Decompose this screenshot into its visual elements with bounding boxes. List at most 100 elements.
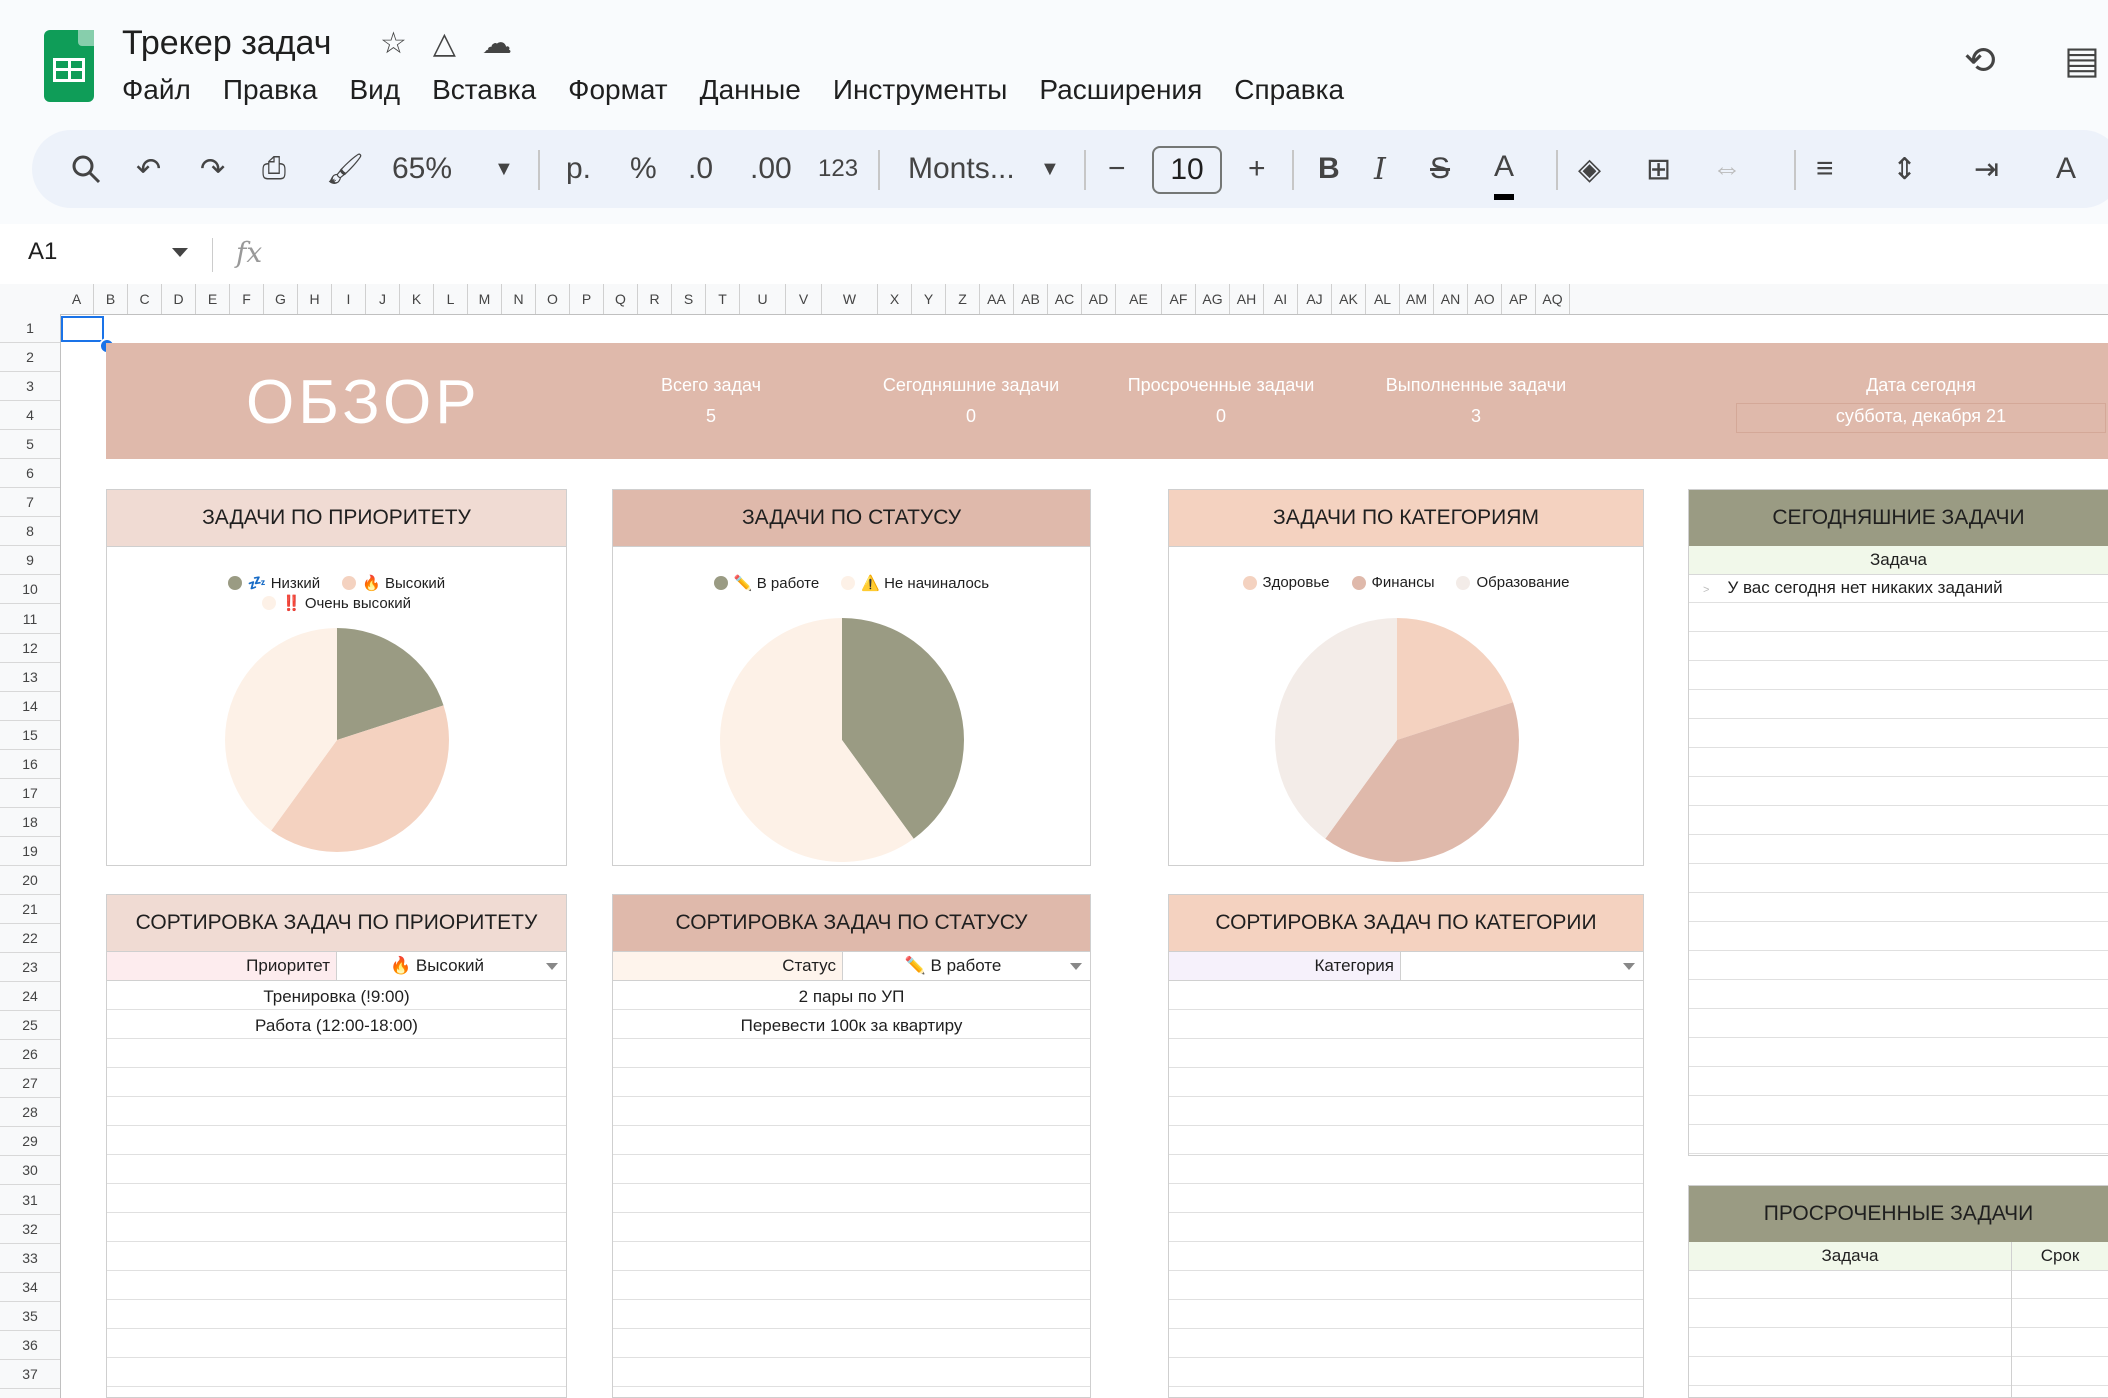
sheets-logo[interactable] (44, 30, 94, 102)
row-header[interactable]: 22 (0, 924, 60, 954)
font-size-input[interactable]: 10 (1152, 146, 1222, 194)
italic-button[interactable]: I (1374, 130, 1386, 208)
strikethrough-icon[interactable]: S (1430, 130, 1450, 208)
vertical-align-icon[interactable]: ⇕ (1892, 130, 1917, 208)
priority-filter-dropdown-icon[interactable] (546, 963, 558, 970)
row-header[interactable]: 33 (0, 1244, 60, 1273)
name-box[interactable]: A1 (28, 238, 57, 266)
menu-data[interactable]: Данные (700, 74, 801, 106)
menu-insert[interactable]: Вставка (432, 74, 536, 106)
row-header[interactable]: 9 (0, 546, 60, 576)
decrease-font-size-icon[interactable]: − (1108, 130, 1126, 208)
column-header[interactable]: AG (1196, 284, 1230, 314)
column-header[interactable]: AC (1048, 284, 1082, 314)
row-header[interactable]: 28 (0, 1098, 60, 1128)
move-to-drive-icon[interactable]: △ (433, 26, 456, 61)
column-header[interactable]: K (400, 284, 434, 314)
column-header[interactable]: O (536, 284, 570, 314)
row-header[interactable]: 7 (0, 488, 60, 518)
column-header[interactable]: E (196, 284, 230, 314)
borders-icon[interactable]: ⊞ (1646, 130, 1671, 208)
text-color-icon[interactable]: A (1494, 140, 1515, 200)
column-header[interactable]: J (366, 284, 400, 314)
chart-category[interactable]: ЗАДАЧИ ПО КАТЕГОРИЯМ Здоровье Финансы Об… (1168, 489, 1644, 866)
row-header[interactable]: 29 (0, 1127, 60, 1157)
row-header[interactable]: 24 (0, 982, 60, 1012)
undo-icon[interactable]: ↶ (136, 130, 161, 208)
column-header[interactable]: AP (1502, 284, 1536, 314)
column-header[interactable]: AK (1332, 284, 1366, 314)
text-wrapping-icon[interactable]: ⇥ (1974, 130, 1999, 208)
row-header[interactable]: 17 (0, 779, 60, 808)
column-header[interactable]: AH (1230, 284, 1264, 314)
zoom-select[interactable]: 65% (392, 130, 452, 208)
name-box-dropdown-icon[interactable] (172, 248, 188, 257)
cloud-status-icon[interactable]: ☁ (482, 26, 512, 61)
version-history-icon[interactable]: ⟲ (1964, 38, 1996, 83)
column-header[interactable]: R (638, 284, 672, 314)
row-header[interactable]: 31 (0, 1186, 60, 1215)
column-header[interactable]: S (672, 284, 706, 314)
increase-decimal-button[interactable]: .00 (750, 130, 792, 208)
row-header[interactable]: 13 (0, 663, 60, 692)
row-header[interactable]: 5 (0, 430, 60, 460)
menu-file[interactable]: Файл (122, 74, 191, 106)
chart-priority[interactable]: ЗАДАЧИ ПО ПРИОРИТЕТУ 💤 Низкий 🔥 Высокий … (106, 489, 567, 866)
column-header[interactable]: AB (1014, 284, 1048, 314)
column-header[interactable]: Y (912, 284, 946, 314)
redo-icon[interactable]: ↷ (200, 130, 225, 208)
row-header[interactable]: 30 (0, 1156, 60, 1186)
comments-icon[interactable]: ▤ (2064, 38, 2100, 83)
row-header[interactable]: 35 (0, 1302, 60, 1331)
column-header[interactable]: C (128, 284, 162, 314)
menu-format[interactable]: Формат (568, 74, 667, 106)
category-filter-value[interactable] (1401, 952, 1621, 980)
column-header[interactable]: X (878, 284, 912, 314)
row-header[interactable]: 10 (0, 575, 60, 605)
chart-status[interactable]: ЗАДАЧИ ПО СТАТУСУ ✏️ В работе ⚠️ Не начи… (612, 489, 1091, 866)
menu-tools[interactable]: Инструменты (833, 74, 1008, 106)
row-header[interactable]: 19 (0, 837, 60, 866)
row-header[interactable]: 3 (0, 372, 60, 402)
column-header[interactable]: G (264, 284, 298, 314)
row-header[interactable]: 37 (0, 1360, 60, 1389)
row-header[interactable]: 6 (0, 459, 60, 489)
column-header[interactable]: AL (1366, 284, 1400, 314)
column-header[interactable]: AO (1468, 284, 1502, 314)
star-icon[interactable]: ☆ (380, 26, 407, 61)
column-header[interactable]: F (230, 284, 264, 314)
status-filter-value[interactable]: ✏️ В работе (843, 952, 1063, 980)
row-header[interactable]: 12 (0, 634, 60, 663)
menu-edit[interactable]: Правка (223, 74, 318, 106)
row-header[interactable]: 2 (0, 343, 60, 373)
column-header[interactable]: V (786, 284, 822, 314)
column-header[interactable]: AF (1162, 284, 1196, 314)
menu-view[interactable]: Вид (349, 74, 400, 106)
column-header[interactable]: D (162, 284, 196, 314)
column-header[interactable]: AE (1116, 284, 1162, 314)
menu-help[interactable]: Справка (1234, 74, 1344, 106)
column-header[interactable]: AN (1434, 284, 1468, 314)
row-header[interactable]: 18 (0, 808, 60, 837)
row-header[interactable]: 34 (0, 1273, 60, 1302)
column-header[interactable]: AA (980, 284, 1014, 314)
column-header[interactable]: B (94, 284, 128, 314)
column-header[interactable]: AI (1264, 284, 1298, 314)
column-header[interactable]: U (740, 284, 786, 314)
row-header[interactable]: 11 (0, 605, 60, 634)
column-header[interactable]: H (298, 284, 332, 314)
percent-format-button[interactable]: % (630, 130, 657, 208)
font-family-select[interactable]: Monts... (908, 130, 1015, 208)
decrease-decimal-button[interactable]: .0 (688, 130, 713, 208)
row-header[interactable]: 32 (0, 1215, 60, 1244)
fill-color-icon[interactable]: ◈ (1578, 130, 1601, 208)
category-filter-dropdown-icon[interactable] (1623, 963, 1635, 970)
text-rotation-icon[interactable]: A (2056, 130, 2076, 208)
column-header[interactable]: AJ (1298, 284, 1332, 314)
column-header[interactable]: M (468, 284, 502, 314)
selected-cell[interactable] (61, 316, 104, 342)
horizontal-align-icon[interactable]: ≡ (1816, 130, 1834, 208)
column-header[interactable]: N (502, 284, 536, 314)
row-header[interactable]: 23 (0, 953, 60, 983)
column-header[interactable]: AM (1400, 284, 1434, 314)
